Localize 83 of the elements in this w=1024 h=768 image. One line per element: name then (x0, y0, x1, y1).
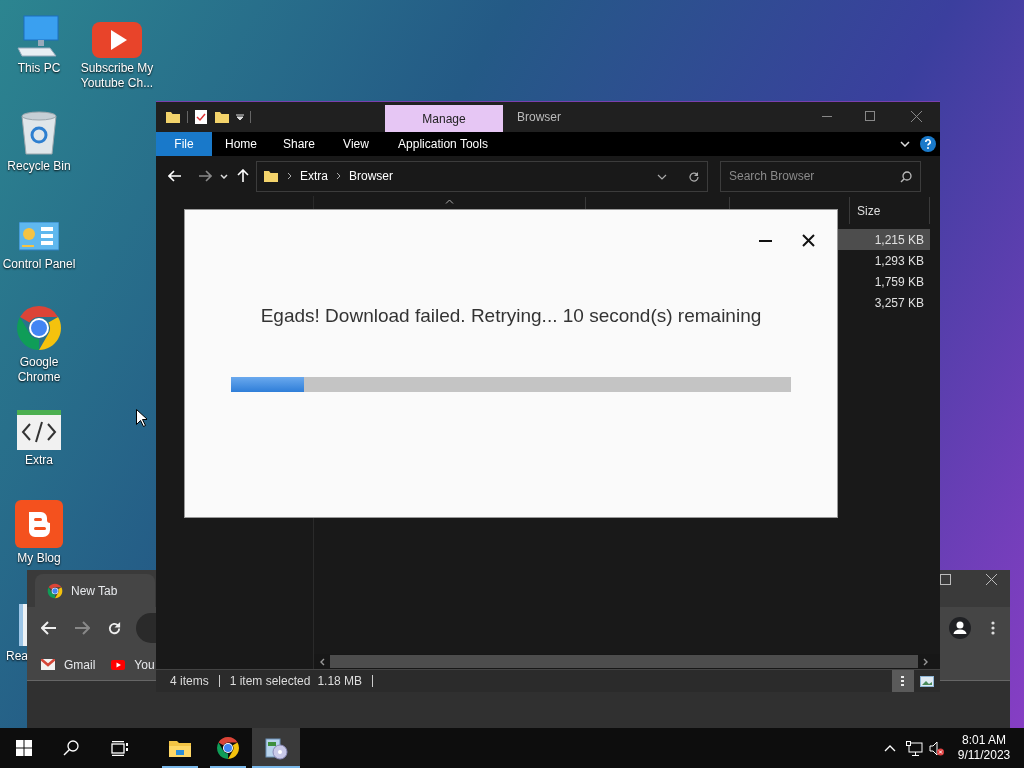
file-size-cell-text: 1,759 KB (874, 273, 924, 291)
search-icon[interactable] (63, 740, 79, 756)
minimize-icon[interactable] (759, 239, 772, 242)
breadcrumb-item[interactable]: Extra (300, 167, 328, 185)
window-title: Browser (516, 109, 561, 126)
play-icon (111, 659, 126, 670)
task-view-icon[interactable] (111, 740, 128, 756)
chevron-right-icon (287, 172, 292, 180)
file-size-cell-text: 1,293 KB (874, 252, 924, 270)
chrome-logo-icon (15, 304, 63, 352)
menu-dots-icon[interactable] (991, 621, 995, 635)
ribbon-tab[interactable]: Application Tools (384, 132, 502, 156)
folder-icon (169, 739, 191, 757)
control-panel-icon (19, 222, 59, 254)
dropdown-icon[interactable] (236, 113, 244, 121)
reload-icon[interactable] (107, 620, 122, 636)
desktop-icon-label[interactable]: My Blog (17, 551, 61, 566)
file-size-cell-text: 3,257 KB (874, 294, 924, 312)
file-size-cell-text: 1,215 KB (874, 231, 924, 249)
selection-size: 1.18 MB (317, 673, 363, 690)
blogger-icon (15, 500, 63, 548)
ribbon-tab[interactable]: Home (212, 132, 270, 156)
desktop-icon-label[interactable]: Google Chrome (0, 355, 78, 385)
maximize-icon[interactable] (940, 574, 951, 585)
chrome-logo-icon (216, 736, 240, 760)
folder-icon (263, 168, 279, 184)
up-arrow-icon[interactable] (237, 169, 249, 183)
mail-icon (41, 659, 55, 670)
column-header[interactable]: Size (857, 201, 881, 220)
scrollbar-thumb[interactable] (330, 655, 918, 668)
breadcrumb-item[interactable]: Browser (349, 167, 394, 185)
bookmark-link[interactable]: You (134, 655, 155, 674)
close-icon[interactable] (802, 234, 815, 247)
desktop-icon-label[interactable]: Extra (25, 453, 53, 468)
address-bar[interactable]: Extra Browser (256, 160, 708, 192)
desktop-icon-label[interactable]: This PC (17, 61, 61, 76)
file-tab[interactable]: File (156, 132, 212, 156)
chevron-up-icon[interactable] (884, 744, 896, 752)
browser-tab[interactable]: New Tab (35, 574, 155, 607)
desktop-icon-label[interactable]: Subscribe My Youtube Ch... (78, 61, 156, 91)
thumbnail-view-icon[interactable] (920, 675, 934, 687)
chrome-logo-icon (47, 582, 63, 599)
status-message: Egads! Download failed. Retrying... 10 second(s) remaining (260, 304, 762, 328)
properties-icon[interactable] (194, 109, 208, 125)
folder-icon (165, 109, 181, 125)
taskbar-app-button[interactable] (252, 728, 300, 768)
scroll-left-icon[interactable] (319, 657, 325, 666)
code-window-icon (17, 410, 61, 450)
clock[interactable]: 8:01 AM 9/11/2023 (954, 733, 1014, 763)
back-arrow-icon[interactable] (41, 621, 57, 635)
forward-arrow-icon[interactable] (198, 170, 212, 182)
sort-caret-icon (445, 199, 454, 204)
ribbon-tab[interactable]: Share (270, 132, 328, 156)
refresh-icon[interactable] (688, 170, 700, 183)
profile-icon[interactable] (949, 617, 971, 639)
help-icon[interactable] (920, 136, 936, 152)
muted-speaker-icon[interactable] (929, 740, 944, 756)
desktop-icon-label[interactable]: Rea (6, 649, 28, 664)
network-icon[interactable] (906, 740, 923, 756)
start-icon[interactable] (16, 740, 32, 756)
search-field[interactable]: Search Browser (720, 160, 921, 192)
chevron-right-icon (336, 172, 341, 180)
list-icon (900, 675, 906, 687)
maximize-icon[interactable] (865, 111, 875, 121)
search-icon (900, 170, 912, 183)
context-tab[interactable]: Manage (385, 105, 503, 132)
bookmark-link[interactable]: Gmail (64, 655, 96, 674)
selection-status: 1 item selected (229, 673, 311, 690)
forward-arrow-icon[interactable] (74, 621, 90, 635)
desktop-icon-label[interactable]: Recycle Bin (7, 159, 71, 174)
scroll-right-icon[interactable] (923, 657, 929, 666)
mouse-cursor-icon (136, 409, 147, 427)
computer-icon (16, 14, 62, 58)
ribbon-tab[interactable]: View (328, 132, 384, 156)
close-icon[interactable] (986, 574, 997, 585)
installer-icon (264, 736, 288, 760)
play-icon (92, 22, 142, 58)
chevron-down-icon[interactable] (657, 173, 667, 180)
new-folder-icon (214, 109, 230, 125)
recycle-bin-icon (19, 110, 59, 156)
details-view-button[interactable] (892, 670, 914, 692)
desktop-icon-label[interactable]: Control Panel (2, 257, 76, 272)
item-count: 4 items (170, 673, 209, 690)
